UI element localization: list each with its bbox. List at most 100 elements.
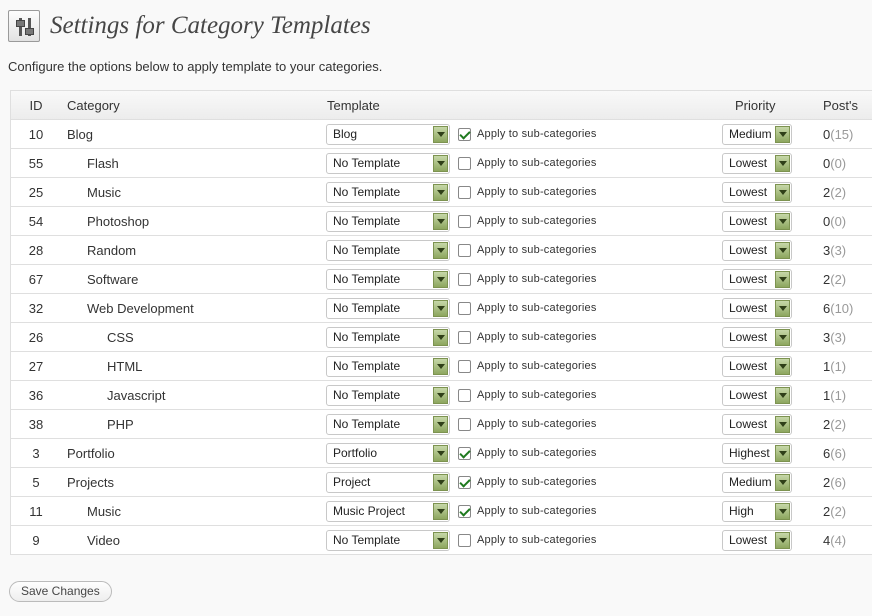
apply-subcategories-checkbox[interactable] [458, 156, 471, 170]
category-id: 3 [32, 445, 40, 461]
template-select[interactable]: No Template [326, 268, 450, 290]
apply-subcategories-checkbox[interactable] [458, 504, 471, 518]
chevron-down-icon [433, 125, 448, 143]
template-select-value: No Template [333, 242, 401, 257]
post-total: (1) [830, 387, 847, 403]
template-select[interactable]: No Template [326, 181, 450, 203]
template-select-value: Blog [333, 126, 358, 141]
chevron-down-icon [775, 328, 790, 346]
chevron-down-icon [775, 125, 790, 143]
apply-subcategories-checkbox[interactable] [458, 446, 471, 460]
priority-select[interactable]: Lowest [722, 355, 792, 377]
priority-select-value: Lowest [729, 358, 768, 373]
table-row: 38 PHP No Template Apply to sub-categories L… [10, 409, 872, 439]
apply-subcategories-checkbox[interactable] [458, 533, 471, 547]
priority-select[interactable]: Medium [722, 123, 792, 145]
apply-subcategories-label: Apply to sub-categories [477, 157, 597, 169]
apply-subcategories-checkbox[interactable] [458, 185, 471, 199]
apply-subcategories-checkbox[interactable] [458, 214, 471, 228]
apply-subcategories-checkbox[interactable] [458, 330, 471, 344]
priority-select[interactable]: Lowest [722, 239, 792, 261]
post-count-cell: 0(0) [823, 207, 872, 236]
table-header-row: ID Category Template Priority Post's [10, 90, 872, 120]
chevron-down-icon [433, 531, 448, 549]
save-changes-button[interactable]: Save Changes [9, 581, 112, 602]
priority-select-value: Medium [729, 126, 772, 141]
template-select-value: Music Project [333, 503, 406, 518]
apply-subcategories-checkbox[interactable] [458, 388, 471, 402]
priority-select[interactable]: Lowest [722, 181, 792, 203]
column-header-template: Template [327, 97, 380, 113]
post-total: (4) [830, 532, 847, 548]
template-select[interactable]: Blog [326, 123, 450, 145]
apply-subcategories-label: Apply to sub-categories [477, 360, 597, 372]
category-name: Music [87, 184, 121, 200]
apply-subcategories-checkbox[interactable] [458, 127, 471, 141]
template-select-value: No Template [333, 300, 401, 315]
chevron-down-icon [433, 386, 448, 404]
priority-select[interactable]: Lowest [722, 210, 792, 232]
chevron-down-icon [775, 357, 790, 375]
priority-select-value: Medium [729, 474, 772, 489]
priority-select[interactable]: Lowest [722, 529, 792, 551]
template-select[interactable]: No Template [326, 239, 450, 261]
post-total: (6) [830, 445, 847, 461]
post-total: (1) [830, 358, 847, 374]
post-count-cell: 0(15) [823, 120, 872, 149]
post-count-cell: 2(6) [823, 468, 872, 497]
table-row: 3 Portfolio Portfolio Apply to sub-categori… [10, 438, 872, 468]
template-select[interactable]: No Template [326, 529, 450, 551]
apply-subcategories-checkbox[interactable] [458, 272, 471, 286]
category-templates-table: ID Category Template Priority Post's 10 B… [10, 90, 872, 555]
template-select[interactable]: Project [326, 471, 450, 493]
chevron-down-icon [775, 154, 790, 172]
category-name: Flash [87, 155, 119, 171]
apply-subcategories-label: Apply to sub-categories [477, 389, 597, 401]
apply-subcategories-checkbox[interactable] [458, 359, 471, 373]
priority-select[interactable]: Highest [722, 442, 792, 464]
template-select[interactable]: Portfolio [326, 442, 450, 464]
post-count-cell: 6(6) [823, 439, 872, 468]
apply-subcategories-label: Apply to sub-categories [477, 273, 597, 285]
template-select[interactable]: No Template [326, 326, 450, 348]
apply-subcategories-checkbox[interactable] [458, 417, 471, 431]
table-row: 5 Projects Project Apply to sub-categories M… [10, 467, 872, 497]
table-row: 27 HTML No Template Apply to sub-categories… [10, 351, 872, 381]
template-select-value: No Template [333, 329, 401, 344]
category-id: 25 [28, 184, 44, 200]
post-count-cell: 2(2) [823, 410, 872, 439]
apply-subcategories-checkbox[interactable] [458, 301, 471, 315]
chevron-down-icon [775, 299, 790, 317]
table-row: 9 Video No Template Apply to sub-categories… [10, 525, 872, 555]
apply-subcategories-checkbox[interactable] [458, 475, 471, 489]
priority-select[interactable]: Lowest [722, 268, 792, 290]
post-count-cell: 1(1) [823, 352, 872, 381]
priority-select[interactable]: Lowest [722, 152, 792, 174]
table-row: 25 Music No Template Apply to sub-categorie… [10, 177, 872, 207]
table-row: 28 Random No Template Apply to sub-categori… [10, 235, 872, 265]
template-select[interactable]: No Template [326, 297, 450, 319]
priority-select[interactable]: Lowest [722, 384, 792, 406]
apply-subcategories-label: Apply to sub-categories [477, 447, 597, 459]
column-header-id: ID [29, 97, 43, 113]
apply-subcategories-label: Apply to sub-categories [477, 505, 597, 517]
template-select[interactable]: No Template [326, 413, 450, 435]
apply-subcategories-checkbox[interactable] [458, 243, 471, 257]
priority-select[interactable]: High [722, 500, 792, 522]
apply-subcategories-label: Apply to sub-categories [477, 302, 597, 314]
priority-select[interactable]: Lowest [722, 297, 792, 319]
category-id: 67 [28, 271, 44, 287]
template-select[interactable]: No Template [326, 355, 450, 377]
template-select[interactable]: Music Project [326, 500, 450, 522]
priority-select[interactable]: Lowest [722, 326, 792, 348]
table-row: 36 Javascript No Template Apply to sub-cate… [10, 380, 872, 410]
priority-select[interactable]: Medium [722, 471, 792, 493]
template-select[interactable]: No Template [326, 210, 450, 232]
post-total: (2) [830, 503, 847, 519]
template-select[interactable]: No Template [326, 384, 450, 406]
template-select[interactable]: No Template [326, 152, 450, 174]
priority-select[interactable]: Lowest [722, 413, 792, 435]
category-name: Software [87, 271, 139, 287]
priority-select-value: Lowest [729, 532, 768, 547]
priority-select-value: Lowest [729, 155, 768, 170]
